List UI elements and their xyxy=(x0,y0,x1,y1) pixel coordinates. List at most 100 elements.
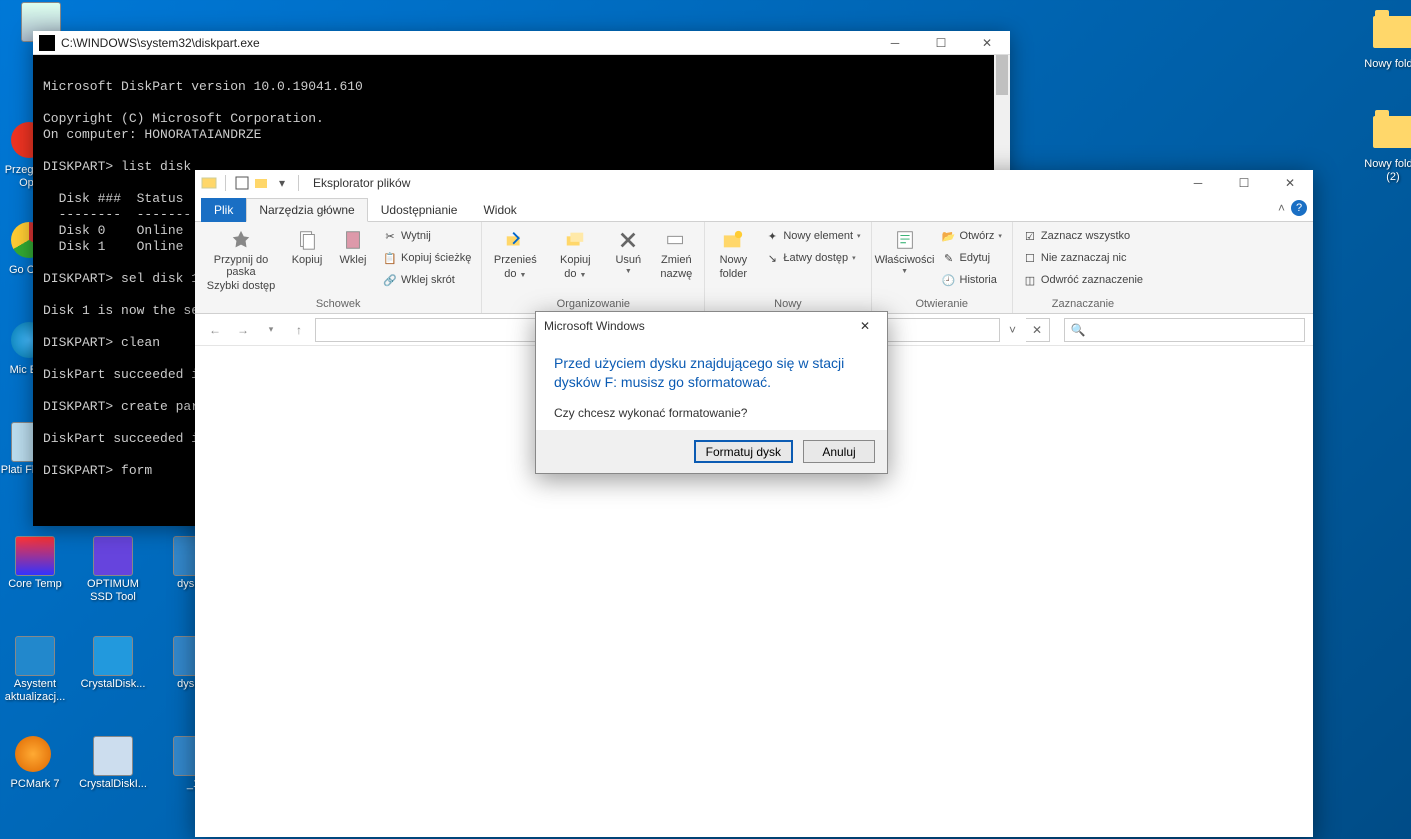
scrollbar-thumb[interactable] xyxy=(996,55,1008,95)
desktop-icon-label: PCMark 7 xyxy=(0,778,70,791)
explorer-app-icon xyxy=(201,175,217,191)
cmd-titlebar[interactable]: C:\WINDOWS\system32\diskpart.exe ─ ☐ ✕ xyxy=(33,31,1010,55)
desktop-icon-label: CrystalDiskI... xyxy=(78,778,148,791)
tab-view[interactable]: Widok xyxy=(470,198,529,222)
tab-file[interactable]: Plik xyxy=(201,198,246,222)
maximize-button[interactable]: ☐ xyxy=(1221,171,1267,195)
history-button[interactable]: 🕘Historia xyxy=(938,270,1006,290)
address-dropdown[interactable]: ˅ xyxy=(1004,323,1022,337)
new-folder-button[interactable]: Nowy folder xyxy=(711,224,755,280)
dialog-main-text: Przed użyciem dysku znajdującego się w s… xyxy=(554,354,869,392)
new-item-button[interactable]: ✦Nowy element ▾ xyxy=(761,226,864,246)
help-icon[interactable]: ? xyxy=(1291,200,1307,216)
qat-properties-icon[interactable] xyxy=(234,175,250,191)
desktop-icon-optimum[interactable]: OPTIMUM SSD Tool xyxy=(78,536,148,604)
paste-icon xyxy=(341,228,365,252)
desktop-icon-assistant[interactable]: Asystent aktualizacj... xyxy=(0,636,70,704)
cut-button[interactable]: ✂Wytnij xyxy=(379,226,475,246)
desktop-icon-coretemp[interactable]: Core Temp xyxy=(0,536,70,591)
cut-icon: ✂ xyxy=(383,229,397,243)
ribbon-tabs: Plik Narzędzia główne Udostępnianie Wido… xyxy=(195,196,1313,222)
search-icon: 🔍 xyxy=(1071,323,1086,337)
newfolder-icon xyxy=(721,228,745,252)
select-all-button[interactable]: ☑Zaznacz wszystko xyxy=(1019,226,1147,246)
maximize-button[interactable]: ☐ xyxy=(918,31,964,55)
move-to-button[interactable]: Przenieś do ▼ xyxy=(488,224,542,280)
qat-newfolder-icon[interactable] xyxy=(254,175,270,191)
edit-icon: ✎ xyxy=(942,251,956,265)
easy-access-button[interactable]: ↘Łatwy dostęp ▾ xyxy=(761,248,864,268)
delete-icon xyxy=(616,228,640,252)
rename-icon xyxy=(664,228,688,252)
rename-button[interactable]: Zmień nazwę xyxy=(654,224,698,280)
group-clipboard-label: Schowek xyxy=(201,296,475,313)
explorer-titlebar[interactable]: ▾ Eksplorator plików ─ ☐ ✕ xyxy=(195,170,1313,196)
invert-selection-button[interactable]: ◫Odwróć zaznaczenie xyxy=(1019,270,1147,290)
minimize-button[interactable]: ─ xyxy=(872,31,918,55)
minimize-button[interactable]: ─ xyxy=(1175,171,1221,195)
tab-home[interactable]: Narzędzia główne xyxy=(246,198,367,222)
properties-button[interactable]: Właściwości ▼ xyxy=(878,224,932,275)
invert-icon: ◫ xyxy=(1023,273,1037,287)
back-button[interactable]: ← xyxy=(203,318,227,342)
address-refresh-button[interactable]: ✕ xyxy=(1026,318,1050,342)
dialog-title: Microsoft Windows xyxy=(544,319,645,333)
easyaccess-icon: ↘ xyxy=(765,251,779,265)
history-icon: 🕘 xyxy=(942,273,956,287)
copy-icon xyxy=(295,228,319,252)
search-box[interactable]: 🔍 xyxy=(1064,318,1306,342)
copy-to-button[interactable]: Kopiuj do ▼ xyxy=(548,224,602,280)
desktop-icon-pcmark[interactable]: PCMark 7 xyxy=(0,736,70,791)
desktop-icon-label: Nowy fold... (2) xyxy=(1358,158,1411,184)
file-explorer-window[interactable]: ▾ Eksplorator plików ─ ☐ ✕ Plik Narzędzi… xyxy=(195,170,1313,837)
desktop-icon-newfolder2[interactable]: Nowy fold... (2) xyxy=(1358,116,1411,184)
up-button[interactable]: ↑ xyxy=(287,318,311,342)
paste-button[interactable]: Wklej xyxy=(333,224,373,266)
edit-button[interactable]: ✎Edytuj xyxy=(938,248,1006,268)
format-disk-button[interactable]: Formatuj dysk xyxy=(694,440,793,463)
moveto-icon xyxy=(503,228,527,252)
copy-button[interactable]: Kopiuj xyxy=(287,224,327,266)
pin-to-quick-access-button[interactable]: Przypnij do paska Szybki dostęp xyxy=(201,224,281,292)
open-icon: 📂 xyxy=(942,229,956,243)
copy-path-button[interactable]: 📋Kopiuj ścieżkę xyxy=(379,248,475,268)
copypath-icon: 📋 xyxy=(383,251,397,265)
dialog-titlebar[interactable]: Microsoft Windows ✕ xyxy=(536,312,887,340)
desktop-icon-label: OPTIMUM SSD Tool xyxy=(78,578,148,604)
desktop-icon-label: CrystalDisk... xyxy=(78,678,148,691)
dialog-sub-text: Czy chcesz wykonać formatowanie? xyxy=(554,406,869,420)
properties-icon xyxy=(893,228,917,252)
newitem-icon: ✦ xyxy=(765,229,779,243)
paste-shortcut-button[interactable]: 🔗Wklej skrót xyxy=(379,270,475,290)
desktop-icon-label: Asystent aktualizacj... xyxy=(0,678,70,704)
pastelink-icon: 🔗 xyxy=(383,273,397,287)
cmd-title: C:\WINDOWS\system32\diskpart.exe xyxy=(61,36,872,50)
desktop-icon-crystaldisk1[interactable]: CrystalDisk... xyxy=(78,636,148,691)
qat-dropdown-icon[interactable]: ▾ xyxy=(274,175,290,191)
selectall-icon: ☑ xyxy=(1023,229,1037,243)
forward-button[interactable]: → xyxy=(231,318,255,342)
close-button[interactable]: ✕ xyxy=(1267,171,1313,195)
desktop-icon-newfolder1[interactable]: Nowy fold... xyxy=(1358,16,1411,71)
cmd-icon xyxy=(39,35,55,51)
pin-icon xyxy=(229,228,253,252)
ribbon: Przypnij do paska Szybki dostęp Kopiuj W… xyxy=(195,222,1313,314)
format-disk-dialog[interactable]: Microsoft Windows ✕ Przed użyciem dysku … xyxy=(535,311,888,474)
desktop-icon-crystaldisk2[interactable]: CrystalDiskI... xyxy=(78,736,148,791)
open-button[interactable]: 📂Otwórz ▾ xyxy=(938,226,1006,246)
select-none-button[interactable]: ☐Nie zaznaczaj nic xyxy=(1019,248,1147,268)
delete-button[interactable]: Usuń ▼ xyxy=(608,224,648,275)
explorer-title: Eksplorator plików xyxy=(309,176,1175,190)
group-open-label: Otwieranie xyxy=(878,296,1006,313)
desktop-icon-label: Core Temp xyxy=(0,578,70,591)
recent-dropdown[interactable]: ▾ xyxy=(259,318,283,342)
ribbon-collapse-icon[interactable]: ˄ xyxy=(1278,201,1285,215)
tab-share[interactable]: Udostępnianie xyxy=(368,198,471,222)
copyto-icon xyxy=(563,228,587,252)
dialog-close-button[interactable]: ✕ xyxy=(851,312,879,340)
selectnone-icon: ☐ xyxy=(1023,251,1037,265)
close-button[interactable]: ✕ xyxy=(964,31,1010,55)
group-select-label: Zaznaczanie xyxy=(1019,296,1147,313)
cancel-button[interactable]: Anuluj xyxy=(803,440,875,463)
desktop-icon-label: Nowy fold... xyxy=(1358,58,1411,71)
